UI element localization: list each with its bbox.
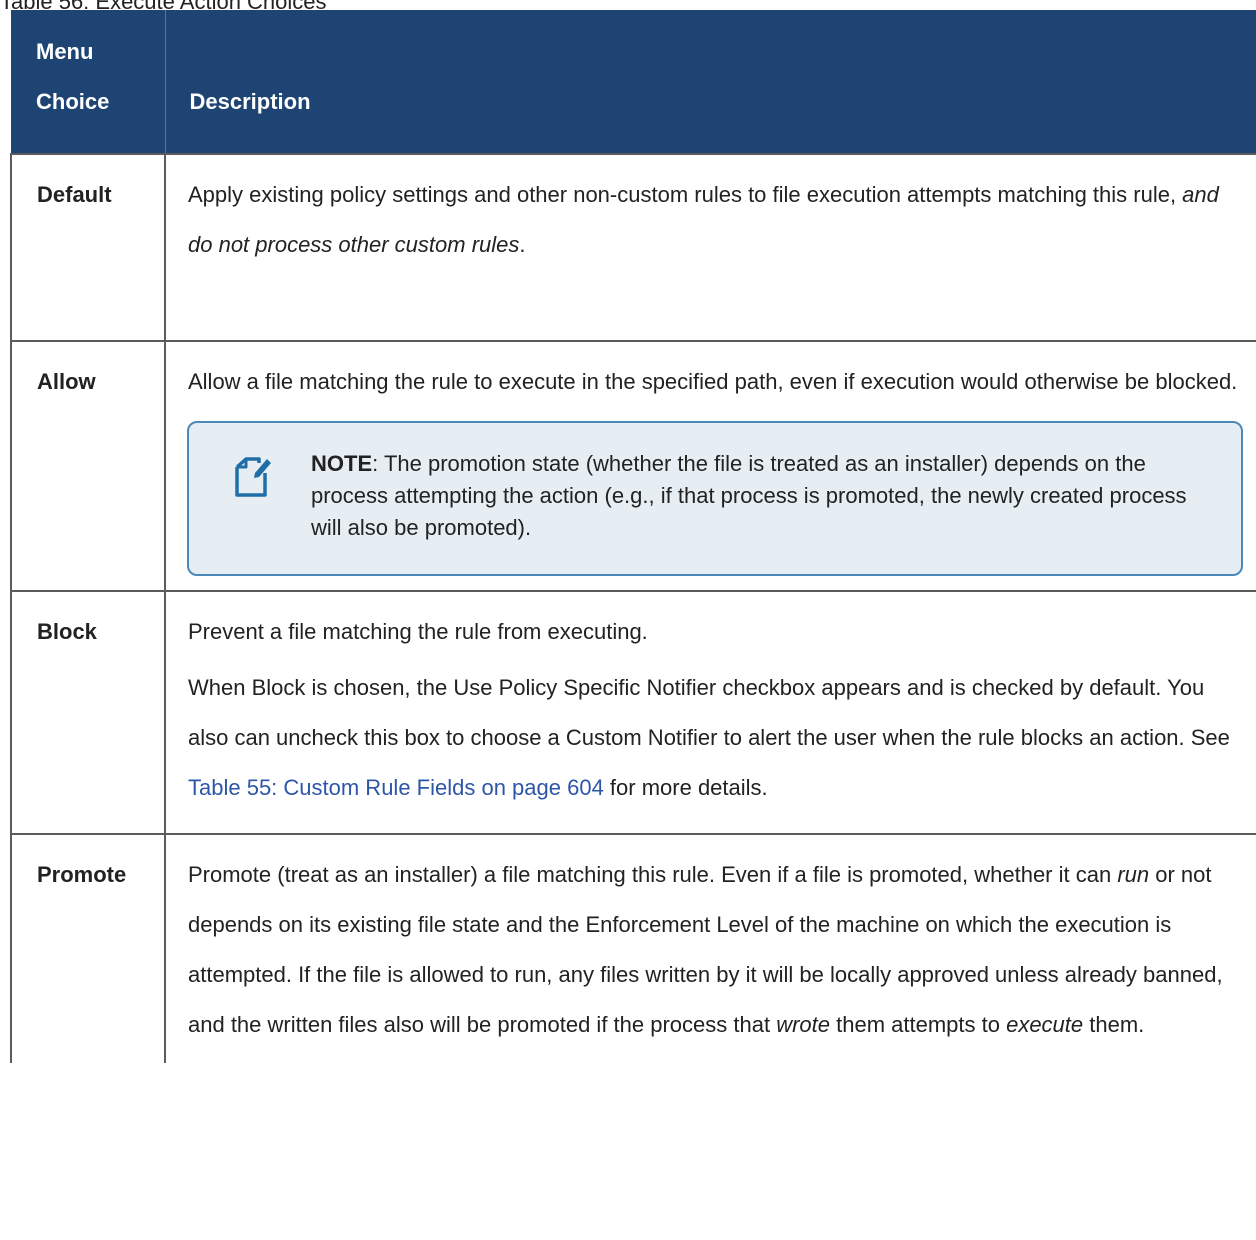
- choice-block: Block: [10, 590, 165, 834]
- choice-promote: Promote: [10, 833, 165, 1063]
- table-row-promote: Promote Promote (treat as an installer) …: [10, 833, 1256, 1063]
- header-menu-choice: Menu Choice: [11, 10, 166, 154]
- header-menu-line1: Menu: [36, 39, 94, 64]
- header-choice-line2: Choice: [36, 89, 110, 114]
- execute-action-choices-table: Menu Choice Description Default Apply ex…: [10, 10, 1256, 1063]
- note-pencil-icon: [235, 457, 271, 497]
- table-row-block: Block Prevent a file matching the rule f…: [10, 590, 1256, 834]
- choice-default: Default: [10, 153, 165, 341]
- table-row-default: Default Apply existing policy settings a…: [10, 153, 1256, 341]
- choice-allow: Allow: [10, 340, 165, 591]
- note-label: NOTE: [311, 451, 373, 476]
- description-promote: Promote (treat as an installer) a file m…: [164, 833, 1256, 1063]
- description-default: Apply existing policy settings and other…: [164, 153, 1256, 341]
- table-row-allow: Allow Allow a file matching the rule to …: [10, 340, 1256, 591]
- table-header-row: Menu Choice Description: [11, 10, 1256, 154]
- note-callout: NOTE: The promotion state (whether the f…: [187, 421, 1243, 576]
- custom-rule-fields-link[interactable]: Table 55: Custom Rule Fields on page 604: [188, 775, 604, 800]
- note-text: : The promotion state (whether the file …: [311, 451, 1187, 540]
- header-description: Description: [165, 10, 1256, 154]
- description-block: Prevent a file matching the rule from ex…: [164, 590, 1256, 834]
- description-allow: Allow a file matching the rule to execut…: [164, 340, 1256, 591]
